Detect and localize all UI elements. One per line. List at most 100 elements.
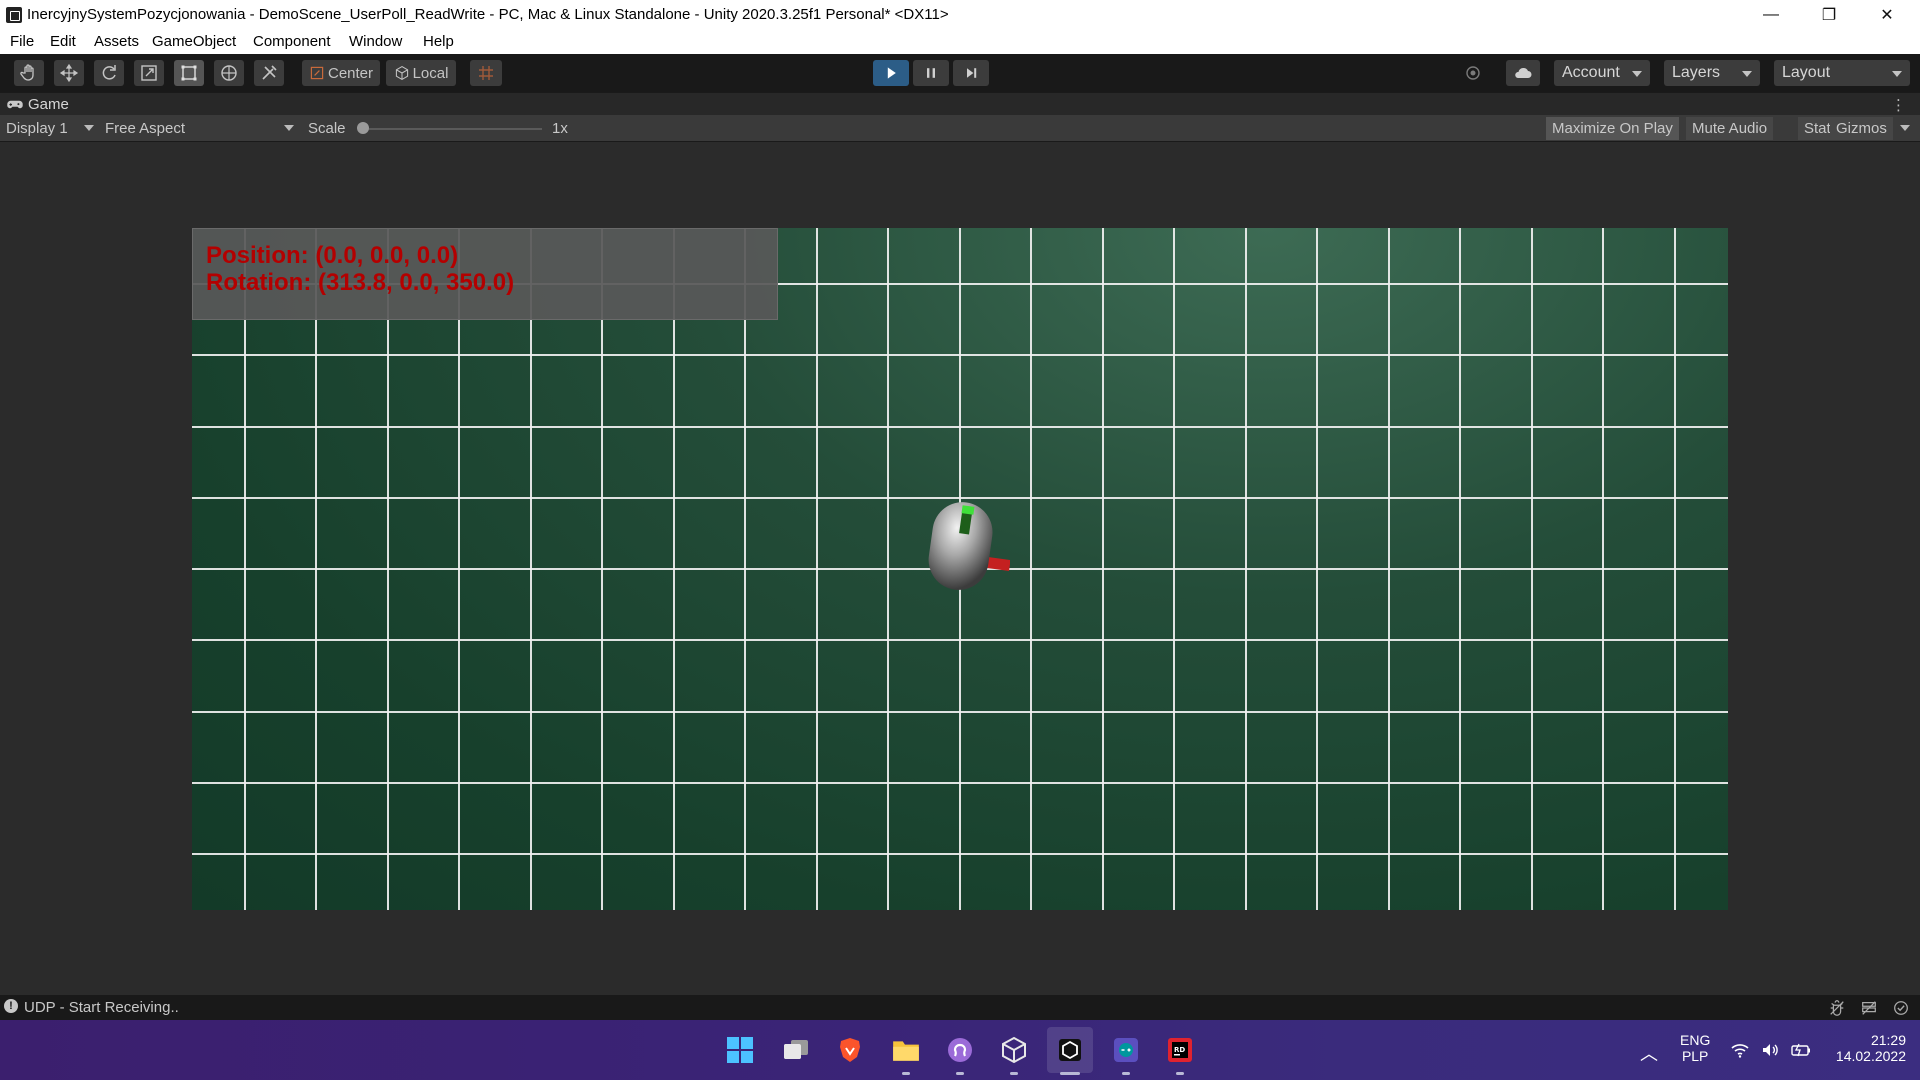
cloud-icon[interactable]: [1506, 60, 1540, 86]
file-explorer-icon[interactable]: [890, 1034, 922, 1066]
scale-value: 1x: [552, 120, 568, 137]
rotation-readout: Rotation: (313.8, 0.0, 350.0): [206, 269, 515, 296]
grid-line: [192, 782, 1728, 784]
github-desktop-icon[interactable]: [944, 1034, 976, 1066]
running-indicator: [1010, 1072, 1018, 1075]
menu-assets[interactable]: Assets: [94, 33, 139, 50]
menu-file[interactable]: File: [10, 33, 34, 50]
pivot-center-toggle[interactable]: Center: [302, 60, 380, 86]
clock-time: 21:29: [1870, 1032, 1906, 1048]
display-dropdown[interactable]: Display 1: [6, 120, 68, 137]
more-options-icon[interactable]: ⋮: [1891, 96, 1906, 114]
grid-line: [192, 711, 1728, 713]
task-view-icon[interactable]: [780, 1034, 812, 1066]
game-view-toolbar: Display 1 Free Aspect Scale 1x Maximize …: [0, 115, 1920, 142]
main-toolbar: Center Local Account Layers Layout: [0, 54, 1920, 92]
chevron-down-icon: [1632, 71, 1642, 77]
maximize-on-play-toggle[interactable]: Maximize On Play: [1546, 117, 1679, 140]
game-viewport[interactable]: Position: (0.0, 0.0, 0.0) Rotation: (313…: [192, 228, 1728, 910]
pivot-local-toggle[interactable]: Local: [386, 60, 456, 86]
check-circle-icon[interactable]: [1892, 999, 1910, 1017]
play-button[interactable]: [873, 60, 909, 86]
custom-tool-icon[interactable]: [254, 60, 284, 86]
chevron-down-icon: [284, 125, 294, 131]
menu-help[interactable]: Help: [423, 33, 454, 50]
aspect-dropdown[interactable]: Free Aspect: [105, 120, 185, 137]
debug-bug-icon[interactable]: [1828, 999, 1846, 1017]
window-title-bar: InercyjnySystemPozycjonowania - DemoScen…: [0, 0, 1920, 30]
scale-slider[interactable]: [362, 128, 542, 130]
menu-window[interactable]: Window: [349, 33, 402, 50]
active-indicator: [1060, 1072, 1080, 1075]
mute-audio-toggle[interactable]: Mute Audio: [1686, 117, 1774, 140]
game-tab-bar: Game ⋮: [0, 92, 1920, 115]
capsule-object[interactable]: [920, 490, 1010, 600]
scale-tool-icon[interactable]: [134, 60, 164, 86]
transform-tool-icon[interactable]: [214, 60, 244, 86]
svg-text:RD: RD: [1174, 1046, 1185, 1054]
info-icon: !: [4, 999, 18, 1013]
menu-component[interactable]: Component: [253, 33, 331, 50]
gizmos-toggle[interactable]: Gizmos: [1830, 117, 1893, 140]
scale-label: Scale: [308, 120, 346, 137]
status-bar: ! UDP - Start Receiving..: [0, 995, 1920, 1020]
clock-date: 14.02.2022: [1835, 1048, 1906, 1064]
pause-button[interactable]: [913, 60, 949, 86]
battery-icon[interactable]: [1790, 1040, 1812, 1060]
language-code: ENG: [1680, 1032, 1711, 1048]
running-indicator: [902, 1072, 910, 1075]
grid-line: [192, 426, 1728, 428]
input-language[interactable]: ENG PLP: [1680, 1032, 1710, 1064]
running-indicator: [956, 1072, 964, 1075]
layers-label: Layers: [1672, 64, 1721, 81]
volume-icon[interactable]: [1760, 1040, 1780, 1060]
layout-dropdown[interactable]: Layout: [1774, 60, 1910, 86]
os-taskbar: RD ︿ ENG PLP 21:29 14.02.2022: [0, 1020, 1920, 1080]
move-tool-icon[interactable]: [54, 60, 84, 86]
menu-edit[interactable]: Edit: [50, 33, 76, 50]
chevron-down-icon: [1892, 71, 1902, 77]
chevron-down-icon: [1742, 71, 1752, 77]
account-dropdown[interactable]: Account: [1554, 60, 1650, 86]
account-label: Account: [1562, 64, 1620, 81]
menu-gameobject[interactable]: GameObject: [152, 33, 236, 50]
console-message[interactable]: UDP - Start Receiving..: [24, 999, 179, 1016]
keyboard-layout: PLP: [1681, 1048, 1709, 1064]
step-button[interactable]: [953, 60, 989, 86]
running-indicator: [1122, 1072, 1130, 1075]
cache-server-icon[interactable]: [1860, 999, 1878, 1017]
position-readout: Position: (0.0, 0.0, 0.0): [206, 242, 459, 269]
clock[interactable]: 21:29 14.02.2022: [1826, 1032, 1906, 1064]
unity-app-icon: [6, 7, 22, 23]
layers-dropdown[interactable]: Layers: [1664, 60, 1760, 86]
tray-overflow-chevron-icon[interactable]: ︿: [1640, 1040, 1658, 1066]
close-button[interactable]: ✕: [1858, 0, 1916, 30]
menu-bar: File Edit Assets GameObject Component Wi…: [0, 30, 1920, 54]
game-view: Position: (0.0, 0.0, 0.0) Rotation: (313…: [0, 142, 1920, 995]
layout-label: Layout: [1782, 64, 1831, 81]
grid-snap-icon[interactable]: [470, 60, 502, 86]
grid-line: [192, 354, 1728, 356]
wifi-icon[interactable]: [1730, 1040, 1750, 1060]
windows-start-icon[interactable]: [724, 1034, 756, 1066]
rotate-tool-icon[interactable]: [94, 60, 124, 86]
unity-hub-icon[interactable]: [998, 1034, 1030, 1066]
tab-game[interactable]: Game: [6, 96, 69, 113]
chevron-down-icon[interactable]: [1900, 125, 1910, 131]
unity-editor-icon[interactable]: [1047, 1027, 1093, 1073]
pivot-local-label: Local: [412, 64, 449, 82]
grid-line: [192, 853, 1728, 855]
collab-history-icon[interactable]: [1458, 60, 1488, 86]
scale-slider-knob[interactable]: [357, 122, 369, 134]
brave-browser-icon[interactable]: [834, 1034, 866, 1066]
hand-tool-icon[interactable]: [14, 60, 44, 86]
chevron-down-icon: [84, 125, 94, 131]
tab-game-label: Game: [28, 96, 69, 113]
rider-ide-icon[interactable]: RD: [1164, 1034, 1196, 1066]
minimize-button[interactable]: —: [1742, 0, 1800, 30]
restore-button[interactable]: ❐: [1800, 0, 1858, 30]
grid-line: [192, 639, 1728, 641]
pivot-center-label: Center: [327, 64, 374, 82]
rect-tool-icon[interactable]: [174, 60, 204, 86]
arduino-ide-icon[interactable]: [1110, 1034, 1142, 1066]
